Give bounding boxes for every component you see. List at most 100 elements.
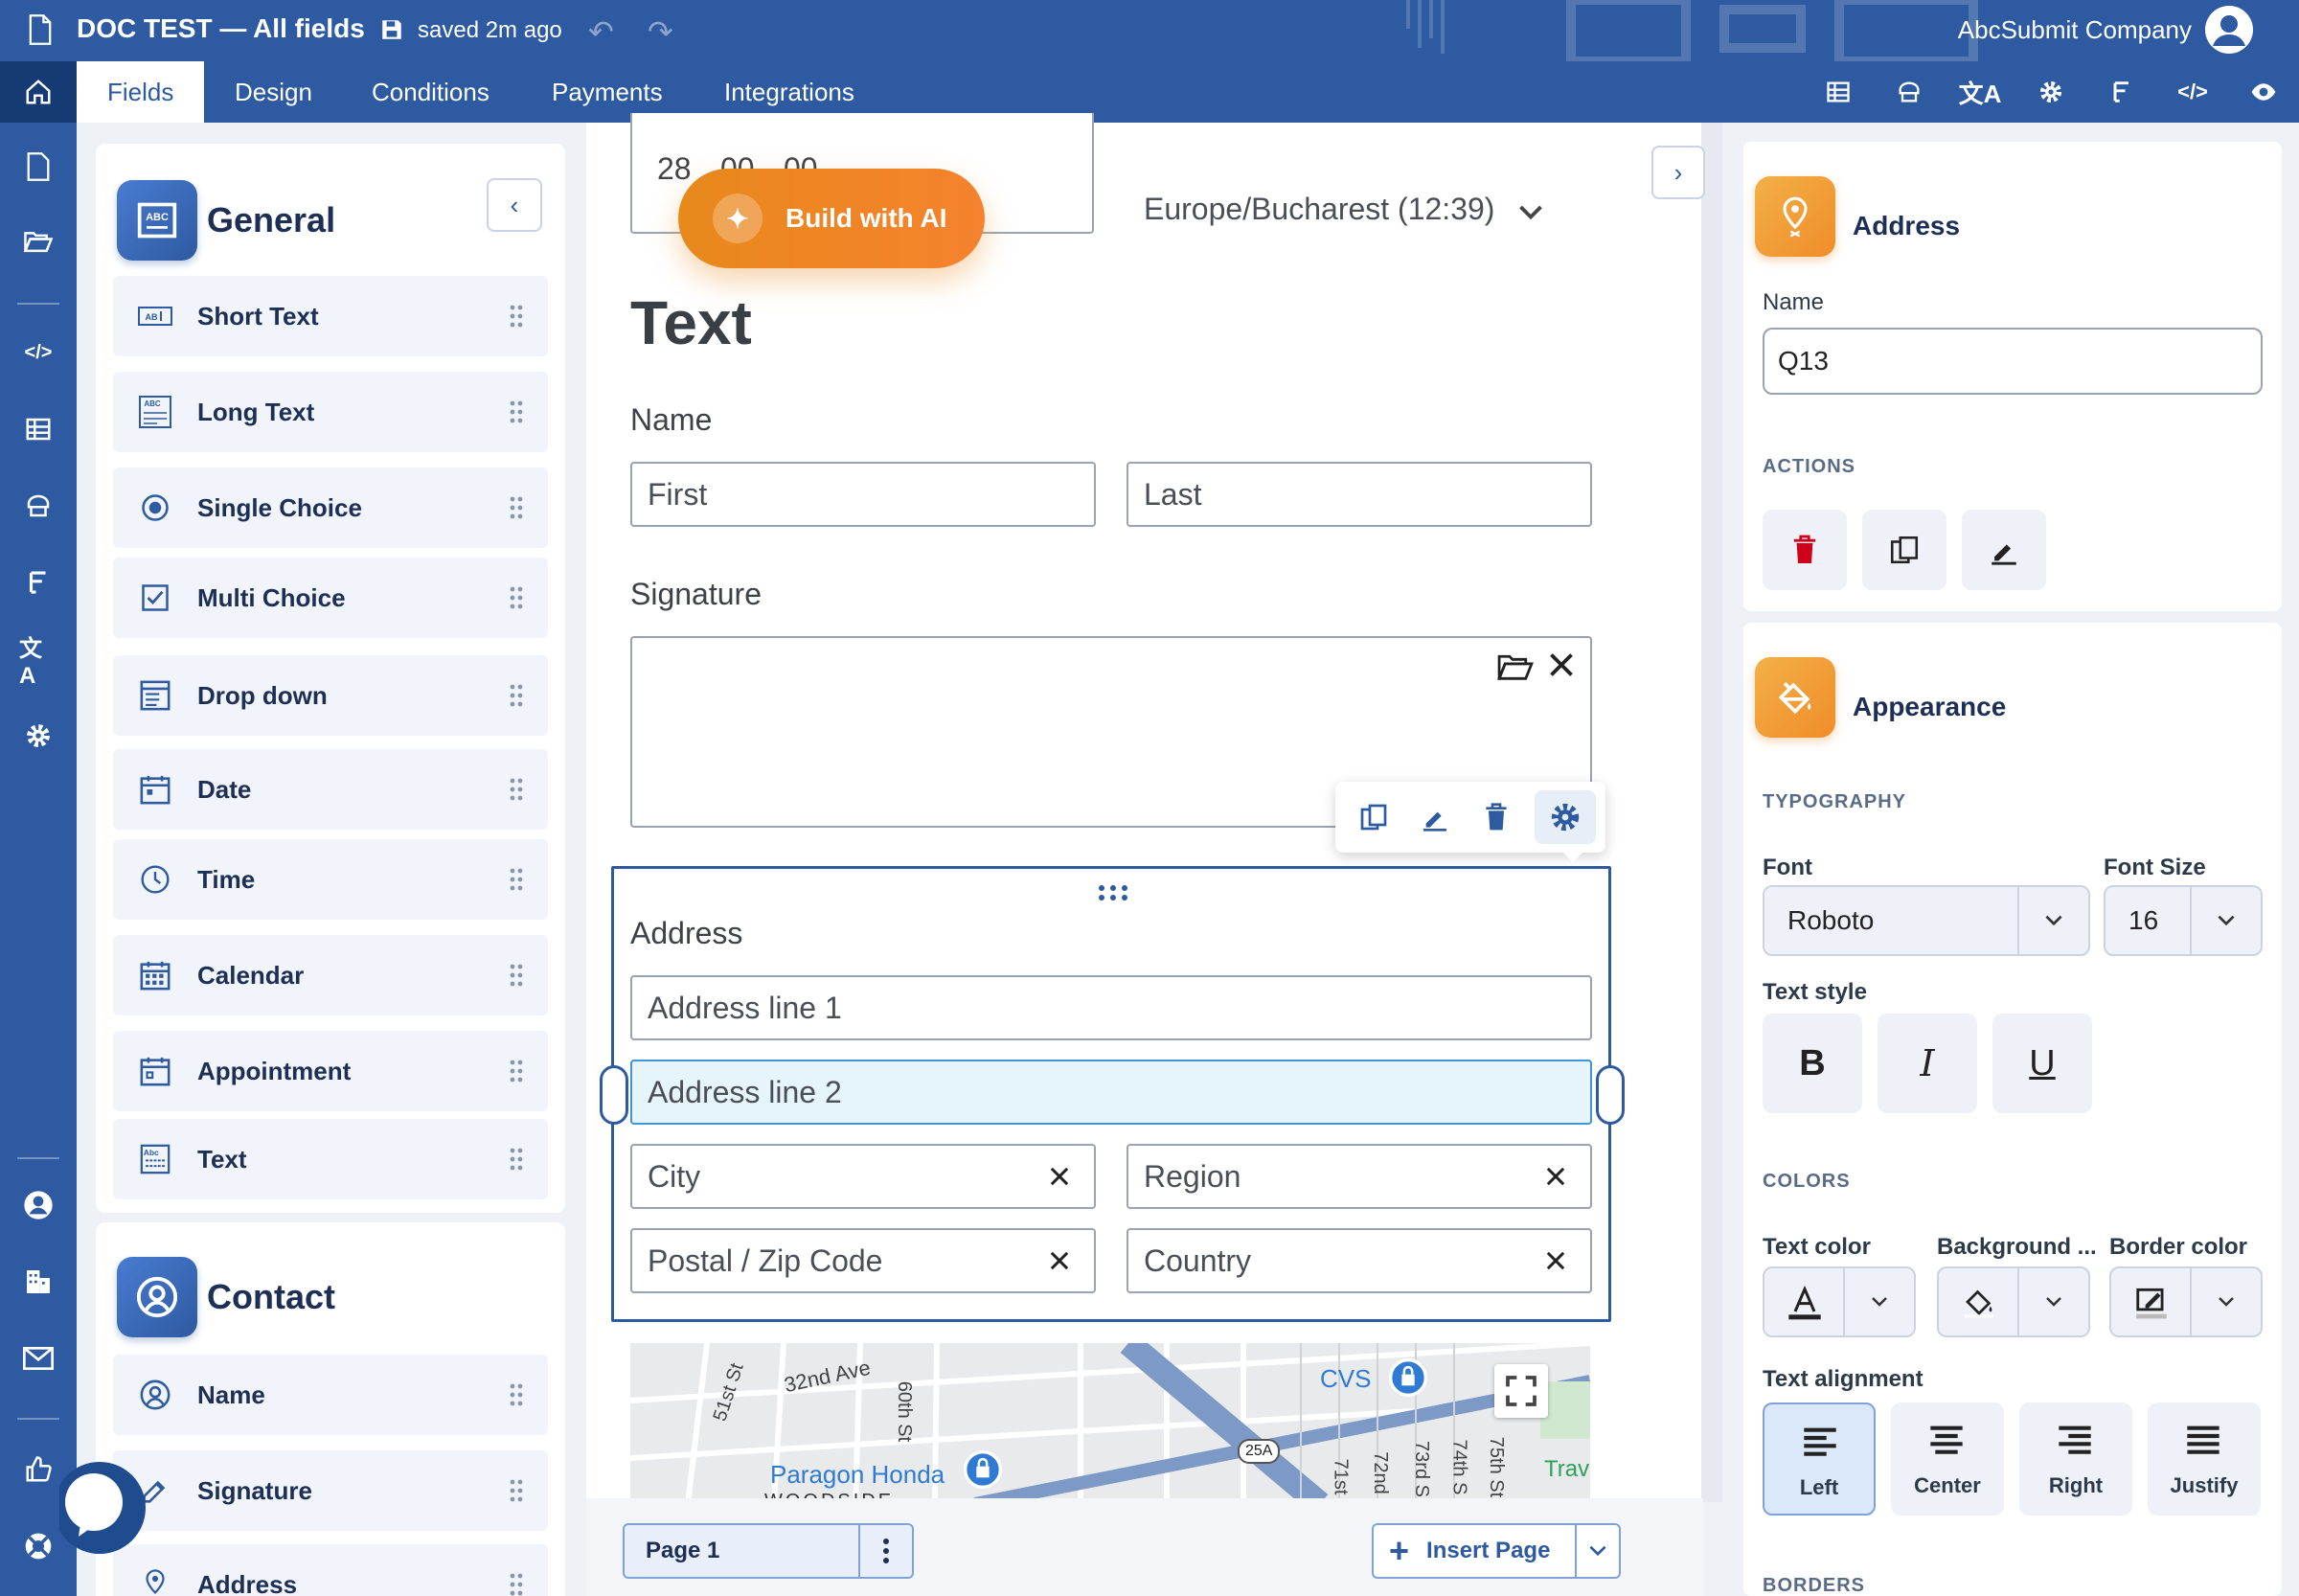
field-item-appointment[interactable]: Appointment — [113, 1031, 548, 1111]
user-circle-icon[interactable] — [19, 1186, 57, 1224]
template-icon[interactable] — [1874, 61, 1945, 123]
region-input[interactable]: Region — [1127, 1144, 1592, 1209]
drag-handle-icon[interactable] — [510, 305, 523, 328]
field-item-address[interactable]: Address — [113, 1544, 548, 1596]
field-item-date[interactable]: Date — [113, 749, 548, 830]
postal-code-input[interactable]: Postal / Zip Code — [630, 1228, 1096, 1293]
folder-open-icon[interactable] — [19, 222, 57, 261]
collapse-panel-button[interactable]: ‹ — [487, 178, 542, 232]
background-color-picker[interactable] — [1937, 1266, 2090, 1337]
close-icon[interactable] — [1542, 1163, 1569, 1190]
drag-handle-icon[interactable] — [510, 778, 523, 801]
template-icon[interactable] — [19, 487, 57, 525]
font-select[interactable]: Roboto — [1763, 885, 2090, 956]
timezone-select[interactable]: Europe/Bucharest (12:39) — [1144, 192, 1494, 227]
mail-icon[interactable] — [19, 1339, 57, 1378]
align-right-button[interactable]: Right — [2019, 1402, 2132, 1516]
field-item-name[interactable]: Name — [113, 1355, 548, 1435]
field-item-text[interactable]: Abc Text — [113, 1119, 548, 1199]
tab-design[interactable]: Design — [235, 61, 312, 123]
field-item-drop-down[interactable]: Drop down — [113, 655, 548, 736]
last-name-input[interactable]: Last — [1127, 462, 1592, 527]
insert-page-button[interactable]: + Insert Page — [1372, 1523, 1621, 1579]
gear-icon[interactable] — [19, 717, 57, 755]
text-color-picker[interactable] — [1763, 1266, 1916, 1337]
address-line2-input[interactable]: Address line 2 — [630, 1060, 1592, 1125]
expand-right-panel-button[interactable]: › — [1651, 146, 1705, 199]
drag-handle-icon[interactable] — [510, 964, 523, 987]
edit-button[interactable] — [1962, 510, 2046, 590]
first-name-input[interactable]: First — [630, 462, 1096, 527]
drag-handle-icon[interactable] — [510, 1479, 523, 1502]
redo-icon[interactable]: ↷ — [648, 13, 673, 50]
bold-button[interactable]: B — [1763, 1014, 1862, 1113]
building-icon[interactable] — [19, 1263, 57, 1301]
table-icon[interactable] — [1803, 61, 1874, 123]
document-icon[interactable] — [19, 148, 57, 186]
map-view[interactable]: 32nd Ave 51st St 60th St CVS Paragon Hon… — [630, 1343, 1590, 1504]
company-name[interactable]: AbcSubmit Company — [1958, 15, 2192, 45]
resize-handle-left[interactable] — [600, 1065, 628, 1125]
font-size-select[interactable]: 16 — [2104, 885, 2263, 956]
address-line1-input[interactable]: Address line 1 — [630, 975, 1592, 1040]
field-name-input[interactable]: Q13 — [1763, 328, 2263, 395]
close-icon[interactable] — [1046, 1163, 1073, 1190]
undo-icon[interactable]: ↶ — [588, 13, 614, 50]
table-icon[interactable] — [19, 410, 57, 448]
form-title[interactable]: DOC TEST — All fields — [77, 13, 365, 44]
italic-button[interactable]: I — [1878, 1014, 1977, 1113]
country-input[interactable]: Country — [1127, 1228, 1592, 1293]
eye-icon[interactable] — [2228, 61, 2299, 123]
drag-handle-icon[interactable] — [510, 400, 523, 423]
drag-handle-icon[interactable] — [510, 684, 523, 707]
lifebuoy-icon[interactable] — [19, 1527, 57, 1565]
field-item-calendar[interactable]: Calendar — [113, 935, 548, 1015]
drag-handle-icon[interactable] — [510, 1573, 523, 1596]
flow-icon[interactable] — [2086, 61, 2157, 123]
chevron-down-icon[interactable] — [1514, 195, 1548, 230]
field-item-multi-choice[interactable]: Multi Choice — [113, 558, 548, 638]
drag-handle-icon[interactable] — [510, 586, 523, 609]
close-icon[interactable] — [1542, 1247, 1569, 1274]
drag-handle-icon[interactable] — [510, 1060, 523, 1083]
align-left-button[interactable]: Left — [1763, 1402, 1876, 1516]
align-center-button[interactable]: Center — [1891, 1402, 2004, 1516]
drag-handle-icon[interactable] — [510, 1383, 523, 1406]
trash-icon[interactable] — [1466, 790, 1527, 844]
delete-button[interactable] — [1763, 510, 1847, 590]
drag-handle-icon[interactable] — [1096, 883, 1130, 902]
align-justify-button[interactable]: Justify — [2148, 1402, 2261, 1516]
tab-conditions[interactable]: Conditions — [372, 61, 489, 123]
translate-icon[interactable]: 文A — [1945, 61, 2015, 123]
home-button[interactable] — [0, 61, 77, 123]
tab-fields[interactable]: Fields — [77, 61, 205, 123]
city-input[interactable]: City — [630, 1144, 1096, 1209]
fullscreen-button[interactable] — [1494, 1364, 1548, 1418]
canvas-scrollbar[interactable] — [1701, 123, 1722, 1502]
field-item-signature[interactable]: Signature — [113, 1450, 548, 1531]
edit-icon[interactable] — [1404, 790, 1466, 844]
close-icon[interactable] — [1544, 648, 1579, 682]
chat-bubble-icon[interactable] — [59, 1445, 153, 1556]
duplicate-button[interactable] — [1862, 510, 1946, 590]
translate-icon[interactable]: 文A — [19, 636, 57, 689]
drag-handle-icon[interactable] — [510, 1148, 523, 1171]
field-item-short-text[interactable]: AB Short Text — [113, 276, 548, 356]
flow-icon[interactable] — [19, 563, 57, 602]
page-tab[interactable]: Page 1 — [623, 1523, 914, 1579]
field-item-single-choice[interactable]: Single Choice — [113, 467, 548, 548]
underline-button[interactable]: U — [1992, 1014, 2092, 1113]
drag-handle-icon[interactable] — [510, 868, 523, 891]
duplicate-icon[interactable] — [1343, 790, 1404, 844]
thumbs-up-icon[interactable] — [19, 1450, 57, 1489]
field-item-time[interactable]: Time — [113, 839, 548, 920]
build-with-ai-button[interactable]: ✦ Build with AI — [678, 169, 985, 268]
page-menu-button[interactable] — [858, 1525, 912, 1577]
resize-handle-right[interactable] — [1596, 1065, 1625, 1125]
code-icon[interactable]: </> — [19, 333, 57, 372]
code-icon[interactable]: </> — [2157, 61, 2228, 123]
close-icon[interactable] — [1046, 1247, 1073, 1274]
field-item-long-text[interactable]: ABC Long Text — [113, 372, 548, 452]
gear-icon[interactable] — [1535, 790, 1596, 844]
drag-handle-icon[interactable] — [510, 496, 523, 519]
